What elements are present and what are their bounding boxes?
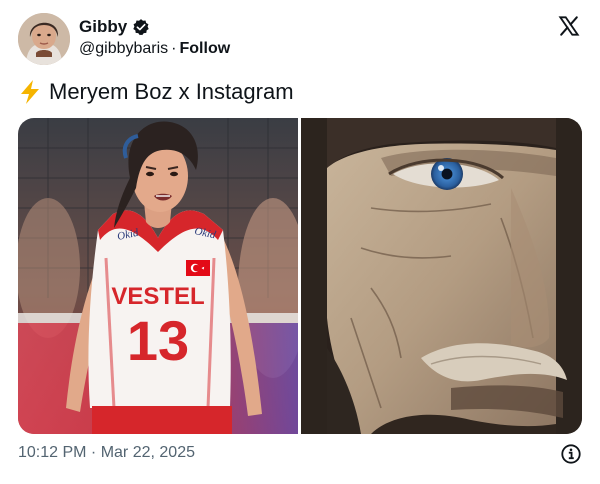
jersey-brand-text: VESTEL xyxy=(111,283,204,310)
handle-row: @gibbybaris · Follow xyxy=(79,40,230,58)
follow-button[interactable]: Follow xyxy=(180,40,231,57)
author-names: Gibby @gibbybaris · Follow xyxy=(79,16,230,58)
jersey-number-text: 13 xyxy=(127,309,189,372)
info-icon[interactable] xyxy=(560,443,582,465)
display-name-row: Gibby xyxy=(79,16,230,38)
media-grid: Okid Okid VESTEL 13 xyxy=(18,118,582,434)
post-timestamp-row: 10:12 PM · Mar 22, 2025 xyxy=(18,444,195,462)
photo-portrait-closeup[interactable] xyxy=(301,118,582,434)
author-handle[interactable]: @gibbybaris xyxy=(79,40,168,57)
post-timestamp[interactable]: 10:12 PM · Mar 22, 2025 xyxy=(18,444,195,461)
separator-dot: · xyxy=(171,40,177,57)
photo-volleyball-player[interactable]: Okid Okid VESTEL 13 xyxy=(18,118,298,434)
lightning-bolt-icon xyxy=(21,80,39,104)
display-name[interactable]: Gibby xyxy=(79,17,127,37)
x-logo-icon[interactable] xyxy=(558,15,580,37)
post-text-content: Meryem Boz x Instagram xyxy=(49,79,294,104)
post-header: Gibby @gibbybaris · Follow xyxy=(18,13,582,65)
post-text: Meryem Boz x Instagram xyxy=(18,79,294,105)
verified-badge-icon xyxy=(133,19,149,36)
avatar[interactable] xyxy=(18,13,70,65)
